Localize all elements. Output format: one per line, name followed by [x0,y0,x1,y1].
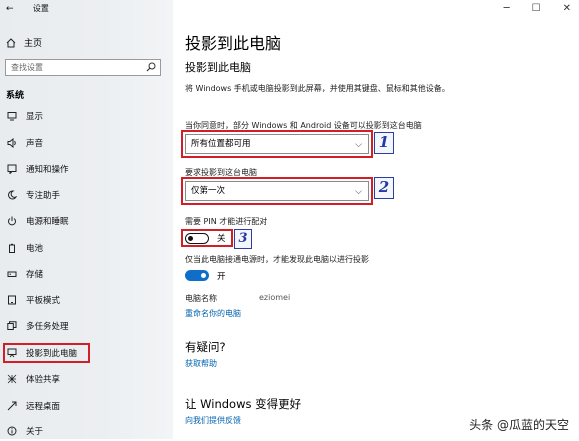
storage-icon [7,271,17,277]
remote-icon [7,401,17,411]
pin-label: 需要 PIN 才能进行配对 [185,217,268,226]
sidebar-item-remote-desktop[interactable]: 远程桌面 [0,396,173,416]
sidebar-item-label: 显示 [26,112,44,122]
sidebar-item-label: 电源和睡眠 [26,217,69,227]
sidebar-item-label: 远程桌面 [26,402,61,412]
title-bar: ← 设置 [6,3,49,14]
speaker-icon [7,138,16,148]
search-input[interactable]: 查找设置 [5,59,161,76]
sidebar-item-tablet-mode[interactable]: 平板模式 [0,290,173,310]
power-only-toggle[interactable] [185,270,209,281]
app-title: 设置 [32,4,49,13]
sidebar-item-label: 平板模式 [26,296,61,306]
annotation-box-1 [181,130,373,158]
search-icon [146,62,156,72]
sidebar: ← 设置 主页 查找设置 系统 显示 声音 通知和操作 专注助手 电源和睡眠 电… [0,0,173,439]
section-heading: 系统 [6,91,25,101]
sidebar-item-notifications[interactable]: 通知和操作 [0,159,173,179]
description-text: 将 Windows 手机或电脑投影到此屏幕，并使用其键盘、鼠标和其他设备。 [185,84,450,93]
pc-name-label: 电脑名称 [185,294,217,303]
rename-pc-link[interactable]: 重命名你的电脑 [185,308,241,319]
share-icon [7,374,17,384]
back-arrow-icon[interactable]: ← [6,4,18,14]
close-button[interactable]: ✕ [563,3,571,14]
sidebar-item-storage[interactable]: 存储 [0,264,173,284]
sidebar-item-shared-experiences[interactable]: 体验共享 [0,369,173,389]
toggle-knob [201,273,206,278]
sidebar-item-label: 多任务处理 [26,322,69,332]
minimize-button[interactable]: ─ [504,3,510,14]
annotation-box-3 [181,229,233,247]
sidebar-item-label: 存储 [26,270,44,280]
power-icon [8,216,16,226]
multitask-icon [7,321,17,330]
pc-name-value: eziomei [259,293,291,302]
annotation-number-1: 1 [374,132,394,154]
display-icon [7,112,17,121]
sidebar-item-battery[interactable]: 电池 [0,238,173,258]
sidebar-item-about[interactable]: 关于 [0,421,173,441]
sidebar-item-sound[interactable]: 声音 [0,133,173,153]
moon-icon [8,190,17,200]
help-heading: 有疑问? [185,340,226,354]
window-controls: ─ ☐ ✕ [504,3,571,14]
sidebar-item-focus-assist[interactable]: 专注助手 [0,185,173,205]
info-icon [7,426,17,436]
annotation-number-3: 3 [234,229,252,249]
watermark: 头条 @瓜蓝的天空 [469,418,569,432]
sidebar-item-label: 电池 [26,244,44,254]
sidebar-item-label: 通知和操作 [26,165,69,175]
sidebar-item-label: 体验共享 [26,375,61,385]
sidebar-item-display[interactable]: 显示 [0,106,173,126]
sidebar-home[interactable]: 主页 [6,36,42,49]
main-content: 投影到此电脑 投影到此电脑 将 Windows 手机或电脑投影到此屏幕，并使用其… [173,0,579,439]
page-title: 投影到此电脑 [185,34,282,53]
feedback-link[interactable]: 向我们提供反馈 [185,415,241,426]
notification-icon [7,164,17,174]
tablet-icon [8,295,16,305]
get-help-link[interactable]: 获取帮助 [185,358,217,369]
search-placeholder: 查找设置 [11,63,43,72]
sidebar-item-label: 声音 [26,139,44,149]
annotation-box-sidebar [3,343,90,363]
power-only-label: 仅当此电脑接通电源时，才能发现此电脑以进行投影 [185,255,369,264]
battery-icon [9,243,15,253]
annotation-box-2 [181,177,373,205]
sidebar-item-label: 关于 [26,427,44,437]
sidebar-item-label: 专注助手 [26,191,61,201]
improve-heading: 让 Windows 变得更好 [185,397,302,411]
sidebar-item-power[interactable]: 电源和睡眠 [0,211,173,231]
section-subtitle: 投影到此电脑 [185,61,251,74]
sidebar-item-multitasking[interactable]: 多任务处理 [0,316,173,336]
annotation-number-2: 2 [374,177,394,199]
maximize-button[interactable]: ☐ [532,3,541,14]
home-icon [6,37,16,47]
power-only-toggle-state: 开 [217,272,226,282]
sidebar-home-label: 主页 [24,39,43,49]
